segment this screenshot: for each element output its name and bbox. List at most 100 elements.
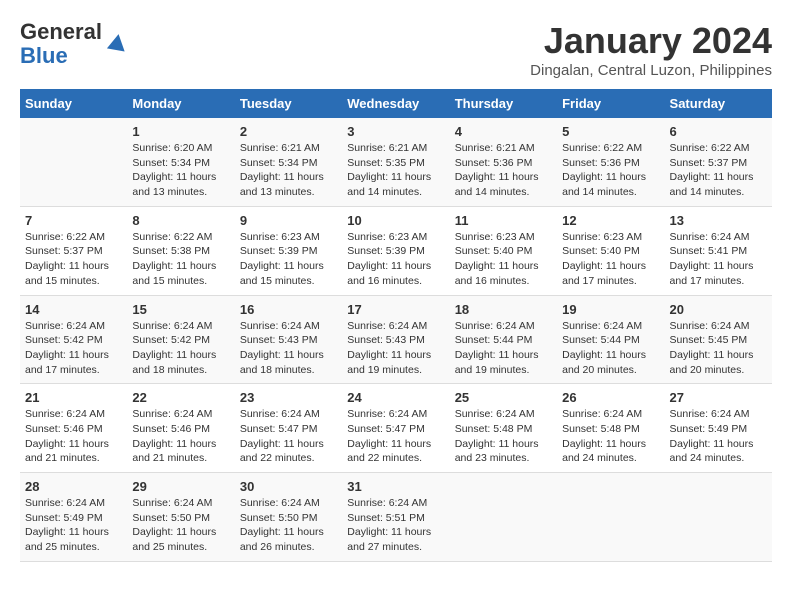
calendar-cell: [557, 473, 664, 562]
days-of-week-row: SundayMondayTuesdayWednesdayThursdayFrid…: [20, 89, 772, 118]
day-info: Sunrise: 6:24 AMSunset: 5:49 PMDaylight:…: [25, 496, 122, 555]
day-of-week-header: Friday: [557, 89, 664, 118]
day-info: Sunrise: 6:21 AMSunset: 5:35 PMDaylight:…: [347, 141, 444, 200]
calendar-cell: 23 Sunrise: 6:24 AMSunset: 5:47 PMDayligh…: [235, 384, 342, 473]
day-number: 25: [455, 390, 552, 405]
day-number: 21: [25, 390, 122, 405]
day-info: Sunrise: 6:24 AMSunset: 5:50 PMDaylight:…: [240, 496, 337, 555]
day-of-week-header: Saturday: [665, 89, 772, 118]
day-number: 9: [240, 213, 337, 228]
calendar-week-row: 28 Sunrise: 6:24 AMSunset: 5:49 PMDayligh…: [20, 473, 772, 562]
title-block: January 2024 Dingalan, Central Luzon, Ph…: [530, 20, 772, 79]
calendar-cell: 18 Sunrise: 6:24 AMSunset: 5:44 PMDayligh…: [450, 295, 557, 384]
day-info: Sunrise: 6:20 AMSunset: 5:34 PMDaylight:…: [132, 141, 229, 200]
day-number: 30: [240, 479, 337, 494]
day-number: 17: [347, 302, 444, 317]
day-number: 3: [347, 124, 444, 139]
calendar-cell: [450, 473, 557, 562]
day-number: 12: [562, 213, 659, 228]
day-number: 28: [25, 479, 122, 494]
calendar-cell: 7Sunrise: 6:22 AMSunset: 5:37 PMDaylight…: [20, 206, 127, 295]
day-info: Sunrise: 6:24 AMSunset: 5:44 PMDaylight:…: [455, 319, 552, 378]
day-info: Sunrise: 6:24 AMSunset: 5:48 PMDaylight:…: [455, 407, 552, 466]
day-info: Sunrise: 6:24 AMSunset: 5:48 PMDaylight:…: [562, 407, 659, 466]
day-number: 22: [132, 390, 229, 405]
day-number: 23: [240, 390, 337, 405]
day-info: Sunrise: 6:22 AMSunset: 5:37 PMDaylight:…: [670, 141, 767, 200]
calendar-cell: 15Sunrise: 6:24 AMSunset: 5:42 PMDayligh…: [127, 295, 234, 384]
day-number: 26: [562, 390, 659, 405]
day-info: Sunrise: 6:24 AMSunset: 5:46 PMDaylight:…: [25, 407, 122, 466]
calendar-cell: 22Sunrise: 6:24 AMSunset: 5:46 PMDayligh…: [127, 384, 234, 473]
day-number: 16: [240, 302, 337, 317]
day-number: 7: [25, 213, 122, 228]
calendar-cell: 28 Sunrise: 6:24 AMSunset: 5:49 PMDayligh…: [20, 473, 127, 562]
day-info: Sunrise: 6:24 AMSunset: 5:43 PMDaylight:…: [347, 319, 444, 378]
logo: General Blue: [20, 20, 128, 68]
day-of-week-header: Thursday: [450, 89, 557, 118]
day-info: Sunrise: 6:24 AMSunset: 5:44 PMDaylight:…: [562, 319, 659, 378]
day-number: 10: [347, 213, 444, 228]
day-number: 18: [455, 302, 552, 317]
day-info: Sunrise: 6:21 AMSunset: 5:36 PMDaylight:…: [455, 141, 552, 200]
day-number: 24: [347, 390, 444, 405]
calendar-cell: 3 Sunrise: 6:21 AMSunset: 5:35 PMDaylight…: [342, 118, 449, 206]
calendar-body: 1 Sunrise: 6:20 AMSunset: 5:34 PMDaylight…: [20, 118, 772, 561]
day-number: 19: [562, 302, 659, 317]
day-info: Sunrise: 6:23 AMSunset: 5:39 PMDaylight:…: [347, 230, 444, 289]
calendar-cell: 4Sunrise: 6:21 AMSunset: 5:36 PMDaylight…: [450, 118, 557, 206]
day-of-week-header: Monday: [127, 89, 234, 118]
day-number: 5: [562, 124, 659, 139]
calendar-table: SundayMondayTuesdayWednesdayThursdayFrid…: [20, 89, 772, 562]
calendar-cell: 9 Sunrise: 6:23 AMSunset: 5:39 PMDaylight…: [235, 206, 342, 295]
calendar-cell: 21 Sunrise: 6:24 AMSunset: 5:46 PMDayligh…: [20, 384, 127, 473]
day-info: Sunrise: 6:22 AMSunset: 5:36 PMDaylight:…: [562, 141, 659, 200]
calendar-cell: 11 Sunrise: 6:23 AMSunset: 5:40 PMDayligh…: [450, 206, 557, 295]
day-number: 27: [670, 390, 767, 405]
calendar-header: SundayMondayTuesdayWednesdayThursdayFrid…: [20, 89, 772, 118]
day-number: 14: [25, 302, 122, 317]
day-info: Sunrise: 6:23 AMSunset: 5:39 PMDaylight:…: [240, 230, 337, 289]
calendar-cell: 24 Sunrise: 6:24 AMSunset: 5:47 PMDayligh…: [342, 384, 449, 473]
day-number: 1: [132, 124, 229, 139]
calendar-week-row: 7Sunrise: 6:22 AMSunset: 5:37 PMDaylight…: [20, 206, 772, 295]
day-number: 8: [132, 213, 229, 228]
calendar-cell: 5 Sunrise: 6:22 AMSunset: 5:36 PMDaylight…: [557, 118, 664, 206]
day-info: Sunrise: 6:22 AMSunset: 5:38 PMDaylight:…: [132, 230, 229, 289]
calendar-cell: [20, 118, 127, 206]
day-number: 2: [240, 124, 337, 139]
calendar-cell: 31Sunrise: 6:24 AMSunset: 5:51 PMDayligh…: [342, 473, 449, 562]
day-info: Sunrise: 6:24 AMSunset: 5:50 PMDaylight:…: [132, 496, 229, 555]
logo-triangle-icon: [106, 32, 128, 54]
day-info: Sunrise: 6:24 AMSunset: 5:43 PMDaylight:…: [240, 319, 337, 378]
calendar-cell: 8 Sunrise: 6:22 AMSunset: 5:38 PMDaylight…: [127, 206, 234, 295]
location: Dingalan, Central Luzon, Philippines: [530, 62, 772, 79]
calendar-cell: 26 Sunrise: 6:24 AMSunset: 5:48 PMDayligh…: [557, 384, 664, 473]
day-info: Sunrise: 6:21 AMSunset: 5:34 PMDaylight:…: [240, 141, 337, 200]
calendar-cell: 16 Sunrise: 6:24 AMSunset: 5:43 PMDayligh…: [235, 295, 342, 384]
month-title: January 2024: [530, 20, 772, 62]
calendar-cell: 17 Sunrise: 6:24 AMSunset: 5:43 PMDayligh…: [342, 295, 449, 384]
calendar-cell: 13 Sunrise: 6:24 AMSunset: 5:41 PMDayligh…: [665, 206, 772, 295]
day-number: 6: [670, 124, 767, 139]
day-info: Sunrise: 6:23 AMSunset: 5:40 PMDaylight:…: [455, 230, 552, 289]
calendar-cell: 2 Sunrise: 6:21 AMSunset: 5:34 PMDaylight…: [235, 118, 342, 206]
day-info: Sunrise: 6:24 AMSunset: 5:47 PMDaylight:…: [347, 407, 444, 466]
day-number: 11: [455, 213, 552, 228]
calendar-cell: 30 Sunrise: 6:24 AMSunset: 5:50 PMDayligh…: [235, 473, 342, 562]
calendar-cell: 19 Sunrise: 6:24 AMSunset: 5:44 PMDayligh…: [557, 295, 664, 384]
day-info: Sunrise: 6:24 AMSunset: 5:49 PMDaylight:…: [670, 407, 767, 466]
calendar-cell: 27 Sunrise: 6:24 AMSunset: 5:49 PMDayligh…: [665, 384, 772, 473]
day-number: 13: [670, 213, 767, 228]
calendar-cell: 12Sunrise: 6:23 AMSunset: 5:40 PMDayligh…: [557, 206, 664, 295]
calendar-cell: 1 Sunrise: 6:20 AMSunset: 5:34 PMDaylight…: [127, 118, 234, 206]
day-info: Sunrise: 6:24 AMSunset: 5:41 PMDaylight:…: [670, 230, 767, 289]
calendar-cell: 6 Sunrise: 6:22 AMSunset: 5:37 PMDaylight…: [665, 118, 772, 206]
day-of-week-header: Tuesday: [235, 89, 342, 118]
day-number: 20: [670, 302, 767, 317]
day-of-week-header: Wednesday: [342, 89, 449, 118]
calendar-cell: [665, 473, 772, 562]
day-number: 15: [132, 302, 229, 317]
day-info: Sunrise: 6:24 AMSunset: 5:47 PMDaylight:…: [240, 407, 337, 466]
calendar-week-row: 1 Sunrise: 6:20 AMSunset: 5:34 PMDaylight…: [20, 118, 772, 206]
